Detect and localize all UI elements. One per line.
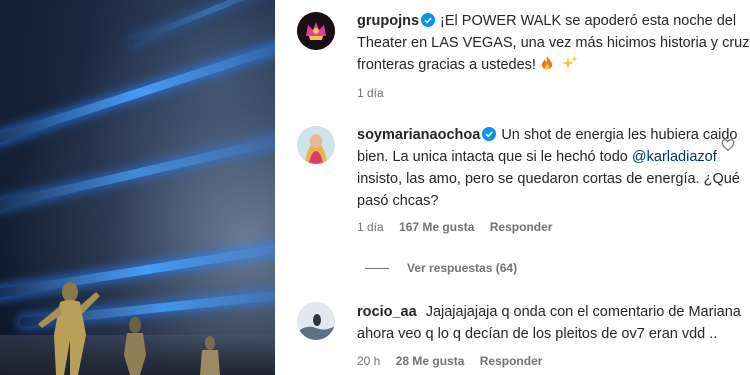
comment-username[interactable]: rocio_aa xyxy=(357,304,417,320)
mention-link[interactable]: @karladiazof xyxy=(632,149,717,165)
likes-count[interactable]: 28 Me gusta xyxy=(396,354,465,368)
post-caption: grupojns ¡El POWER WALK se apoderó esta n… xyxy=(357,10,736,32)
comment-meta: 20 h 28 Me gusta Responder xyxy=(357,354,554,368)
dancer-figure xyxy=(124,317,146,375)
view-replies-button[interactable]: Ver respuestas (64) xyxy=(407,261,517,275)
replies-divider xyxy=(365,268,389,269)
avatar-rocio_aa[interactable] xyxy=(297,302,335,340)
caption-line: Theater en LAS VEGAS, una vez más hicimo… xyxy=(357,35,750,51)
comment-time[interactable]: 1 día xyxy=(357,220,384,234)
comment-username[interactable]: soymarianaochoa xyxy=(357,127,480,143)
caption-line: ¡El POWER WALK se apoderó esta noche del xyxy=(440,13,737,29)
comment-line: pasó chcas? xyxy=(357,193,439,209)
profile-photo-icon xyxy=(297,302,335,340)
dancer-figure xyxy=(200,336,220,375)
comment-line: Jajajajajaja q onda con el comentario de… xyxy=(425,304,741,320)
post-time[interactable]: 1 día xyxy=(357,86,384,100)
comment-line: bien. La unica intacta que si le hechó t… xyxy=(357,146,717,168)
post-username[interactable]: grupojns xyxy=(357,13,419,29)
comment-text: rocio_aa Jajajajajaja q onda con el come… xyxy=(357,301,741,323)
post-meta: 1 día xyxy=(357,86,396,100)
comment-time[interactable]: 20 h xyxy=(357,354,380,368)
likes-count[interactable]: 167 Me gusta xyxy=(399,220,474,234)
comment-line: Un shot de energia les hubiera caido xyxy=(501,127,738,143)
verified-badge-icon xyxy=(421,13,436,27)
comments-panel: grupojns ¡El POWER WALK se apoderó esta n… xyxy=(275,0,750,375)
caption-text: fronteras gracias a ustedes! xyxy=(357,57,536,73)
crown-logo-icon xyxy=(297,12,335,50)
comment-line-text: bien. La unica intacta que si le hechó t… xyxy=(357,149,628,165)
comment-meta: 1 día 167 Me gusta Responder xyxy=(357,220,564,234)
post-media-video[interactable] xyxy=(0,0,275,375)
sparkles-emoji-icon xyxy=(562,56,578,69)
caption-line: fronteras gracias a ustedes! xyxy=(357,54,578,76)
reply-button[interactable]: Responder xyxy=(490,220,553,234)
comment-text: soymarianaochoa Un shot de energia les hu… xyxy=(357,124,738,146)
reply-button[interactable]: Responder xyxy=(480,354,543,368)
fire-emoji-icon xyxy=(541,56,553,70)
comment-line: ahora veo q lo q decían de los pleitos d… xyxy=(357,326,718,342)
verified-badge-icon xyxy=(482,127,497,141)
comment-line: insisto, las amo, pero se quedaron corta… xyxy=(357,171,740,187)
profile-photo-icon xyxy=(297,126,335,164)
avatar-soymarianaochoa[interactable] xyxy=(297,126,335,164)
dancer-figure xyxy=(38,282,100,375)
heart-icon[interactable] xyxy=(721,138,735,152)
avatar-grupojns[interactable] xyxy=(297,12,335,50)
